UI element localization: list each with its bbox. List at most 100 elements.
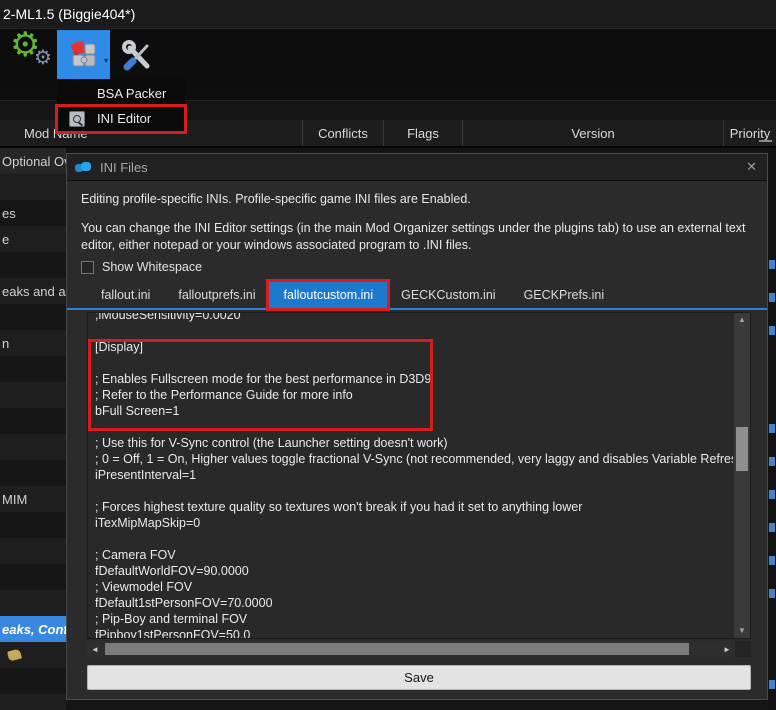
menu-item-bsa-packer[interactable]: BSA Packer <box>57 81 185 106</box>
mod-list-item[interactable] <box>0 460 66 486</box>
mod-list-item-label: eaks, Confi <box>2 621 66 637</box>
tools-plugins-button[interactable]: ▾ <box>57 30 110 79</box>
mod-list-item[interactable] <box>0 564 66 590</box>
ini-text-editor[interactable]: ;iMouseSensitivity=0.0020 [Display] ; En… <box>87 312 751 639</box>
editor-line: ; Viewmodel FOV <box>95 580 193 594</box>
tab-falloutprefs-ini[interactable]: falloutprefs.ini <box>164 282 269 308</box>
editor-line: fPipboy1stPersonFOV=50.0 <box>95 628 251 639</box>
clipped-text-fragment <box>769 556 775 565</box>
show-whitespace-row: Show Whitespace <box>81 260 202 274</box>
tab-geckcustom-ini[interactable]: GECKCustom.ini <box>387 282 509 308</box>
dialog-title: INI Files <box>100 159 148 175</box>
scrollbar-corner <box>735 641 751 657</box>
show-whitespace-checkbox[interactable] <box>81 260 94 274</box>
tab-falloutcustom-ini[interactable]: falloutcustom.ini <box>269 282 388 308</box>
mod-list-item[interactable] <box>0 356 66 382</box>
vertical-scrollbar[interactable]: ▲ ▼ <box>734 313 750 638</box>
clipped-text-fragment <box>769 424 775 433</box>
mod-list-item[interactable]: n <box>0 330 66 356</box>
profile-ini-status-text: Editing profile-specific INIs. Profile-s… <box>81 192 471 206</box>
column-header-priority[interactable]: Priority <box>723 120 776 146</box>
ini-files-dialog: INI Files ✕ Editing profile-specific INI… <box>66 153 768 700</box>
menu-item-label: BSA Packer <box>97 86 167 101</box>
dialog-titlebar: INI Files ✕ <box>67 154 767 181</box>
editor-line: ;iMouseSensitivity=0.0020 <box>95 312 241 322</box>
editor-line: ; Forces highest texture quality so text… <box>95 500 583 514</box>
window-title: 2-ML1.5 (Biggie404*) <box>0 0 776 28</box>
mod-list-item[interactable] <box>0 512 66 538</box>
mod-list-item[interactable] <box>0 642 66 668</box>
mod-list-item[interactable] <box>0 304 66 330</box>
settings-button[interactable]: ⚙ ⚙ <box>10 28 56 78</box>
ini-document-magnifier-icon <box>69 110 85 127</box>
mod-list-item[interactable] <box>0 408 66 434</box>
column-header-flags[interactable]: Flags <box>383 120 462 146</box>
tab-geckprefs-ini[interactable]: GECKPrefs.ini <box>510 282 619 308</box>
editor-line: ; Refer to the Performance Guide for mor… <box>95 388 353 402</box>
mod-list-item[interactable] <box>0 694 66 710</box>
mod-list-item[interactable] <box>0 252 66 278</box>
mod-list-item-label: MIM <box>2 491 28 507</box>
editor-line: bFull Screen=1 <box>95 404 180 418</box>
editor-line: ; 0 = Off, 1 = On, Higher values toggle … <box>95 452 733 466</box>
mod-list-item-label: es <box>2 205 16 221</box>
mod-table-clipped-strip <box>768 148 776 710</box>
editor-content: ;iMouseSensitivity=0.0020 [Display] ; En… <box>95 312 733 639</box>
mod-list-item[interactable] <box>0 538 66 564</box>
mod-list-item-label: Optional Ov <box>2 153 66 169</box>
tab-fallout-ini[interactable]: fallout.ini <box>87 282 164 308</box>
editor-line: ; Pip-Boy and terminal FOV <box>95 612 248 626</box>
clipped-text-fragment <box>769 326 775 335</box>
editor-line: iTexMipMapSkip=0 <box>95 516 201 530</box>
clipped-text-fragment <box>769 523 775 532</box>
mod-list-item-label: eaks and add <box>2 283 66 299</box>
mod-list-item[interactable] <box>0 590 66 616</box>
show-whitespace-label: Show Whitespace <box>102 260 203 274</box>
editor-line: iPresentInterval=1 <box>95 468 197 482</box>
mod-list: Optional Ov es e eaks and add n MIM eaks, Conf… <box>0 148 66 710</box>
ini-document-magnifier-icon <box>57 110 97 127</box>
mod-list-item[interactable] <box>0 668 66 694</box>
save-button[interactable]: Save <box>87 665 751 690</box>
tab-underline <box>67 308 767 310</box>
mod-list-item[interactable]: eaks, Confi <box>0 616 66 642</box>
scroll-up-arrow-icon[interactable]: ▲ <box>734 313 750 327</box>
horizontal-scroll-track[interactable] <box>103 641 719 657</box>
mod-list-item[interactable] <box>0 434 66 460</box>
column-header-conflicts[interactable]: Conflicts <box>302 120 383 146</box>
mod-list-item[interactable] <box>0 382 66 408</box>
editor-line: ; Camera FOV <box>95 548 176 562</box>
mod-list-item[interactable]: es <box>0 200 66 226</box>
scroll-right-arrow-icon[interactable]: ► <box>719 645 735 654</box>
column-header-version[interactable]: Version <box>462 120 723 146</box>
mod-list-item[interactable]: e <box>0 226 66 252</box>
menu-item-ini-editor[interactable]: INI Editor <box>57 106 185 131</box>
scroll-down-arrow-icon[interactable]: ▼ <box>734 624 750 638</box>
mod-list-item[interactable]: MIM <box>0 486 66 512</box>
tools-dropdown-menu: BSA Packer INI Editor <box>57 79 185 133</box>
close-icon[interactable]: ✕ <box>746 159 757 175</box>
clipped-text-fragment <box>769 293 775 302</box>
editor-line: ; Enables Fullscreen mode for the best p… <box>95 372 432 386</box>
scroll-left-arrow-icon[interactable]: ◄ <box>87 645 103 654</box>
chevron-down-icon: ▾ <box>103 56 108 65</box>
clipped-text-fragment <box>769 457 775 466</box>
gear-small-icon: ⚙ <box>34 47 52 69</box>
plugin-fragment-icon <box>6 648 23 662</box>
puzzle-icon <box>70 40 95 66</box>
mod-list-item[interactable]: Optional Ov <box>0 148 66 174</box>
clipped-text-fragment <box>769 260 775 269</box>
vertical-scroll-thumb[interactable] <box>736 427 748 471</box>
mod-list-item[interactable] <box>0 174 66 200</box>
clipped-text-fragment <box>769 589 775 598</box>
mod-list-item[interactable]: eaks and add <box>0 278 66 304</box>
ini-files-icon <box>75 161 92 173</box>
tools-button[interactable] <box>114 33 160 79</box>
horizontal-scroll-thumb[interactable] <box>105 643 689 655</box>
horizontal-scrollbar[interactable]: ◄ ► <box>87 641 751 657</box>
mod-list-item-label: e <box>2 231 10 247</box>
